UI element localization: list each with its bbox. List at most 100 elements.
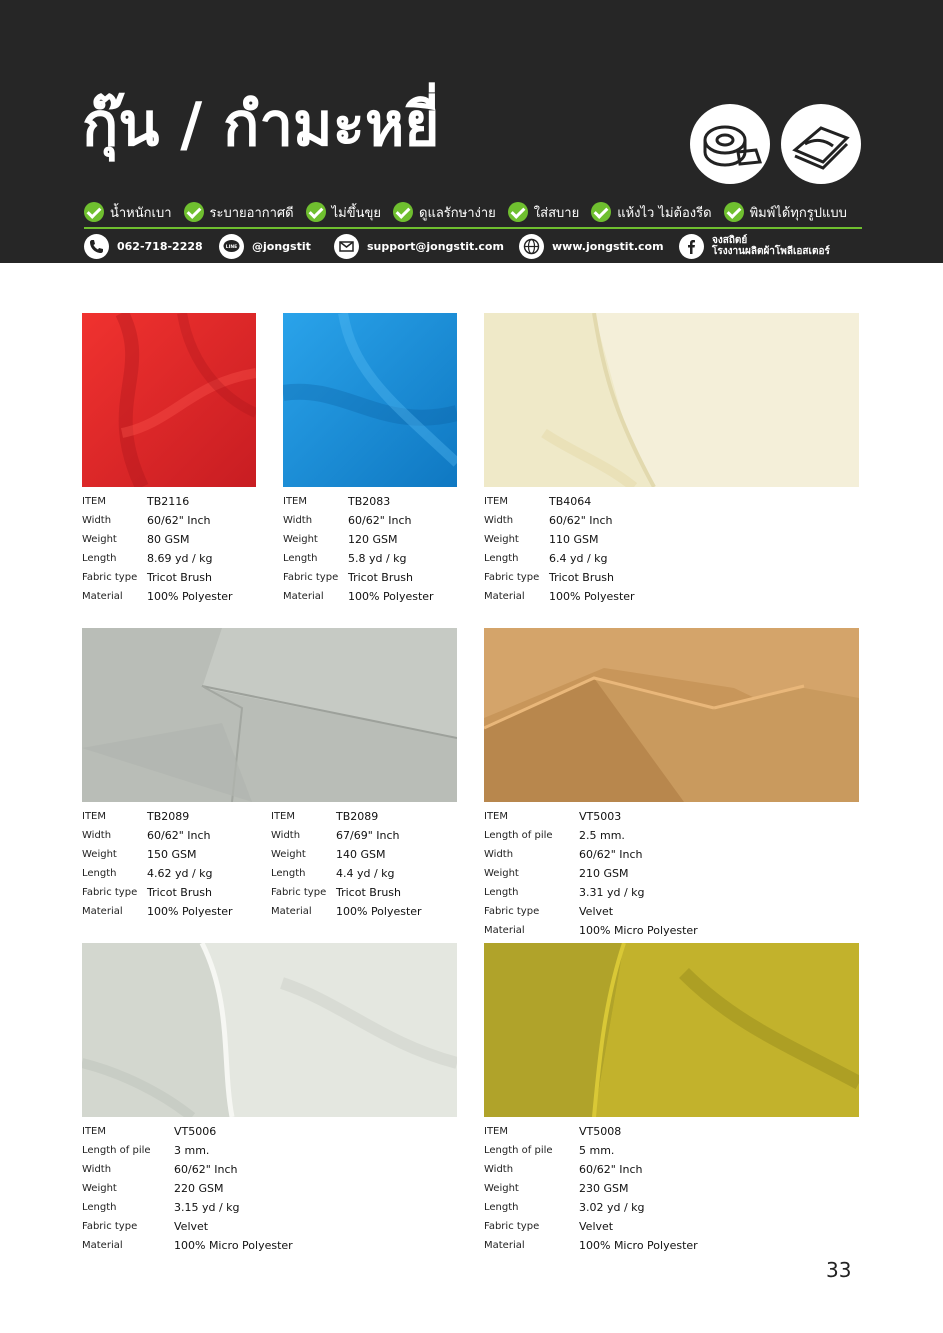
spec-row: Width 67/69" Inch bbox=[271, 829, 400, 842]
spec-row: ITEM VT5006 bbox=[82, 1125, 217, 1138]
globe-icon bbox=[519, 233, 544, 259]
spec-row: Length 3.02 yd / kg bbox=[484, 1201, 645, 1214]
facebook-name: จงสถิตย์ bbox=[712, 235, 748, 246]
spec-row: Material 100% Polyester bbox=[283, 590, 434, 603]
spec-row: Length 4.62 yd / kg bbox=[82, 867, 213, 880]
mail-icon bbox=[334, 233, 359, 259]
header-banner: กุ๊น / กำมะหยี่ น้ำหนักเบา ระบายอากาศดี … bbox=[0, 0, 943, 263]
check-icon bbox=[507, 202, 528, 222]
spec-row: ITEM TB4064 bbox=[484, 495, 592, 508]
spec-table-tb2089-a: ITEM TB2089 Width 60/62" Inch Weight 150 GS… bbox=[82, 807, 233, 921]
spec-row: Fabric type Velvet bbox=[484, 1220, 614, 1233]
phone-icon bbox=[84, 233, 109, 259]
fabric-image-tb2116 bbox=[82, 313, 256, 487]
fabric-image-tb2083 bbox=[283, 313, 457, 487]
spec-row: Length 8.69 yd / kg bbox=[82, 552, 213, 565]
check-icon bbox=[723, 202, 744, 222]
spec-table-tb2089-b: ITEM TB2089 Width 67/69" Inch Weight 140 GS… bbox=[271, 807, 422, 921]
page-title: กุ๊น / กำมะหยี่ bbox=[82, 90, 440, 160]
spec-table-tb2083: ITEM TB2083 Width 60/62" Inch Weight 120 GS… bbox=[283, 492, 434, 606]
spec-row: Width 60/62" Inch bbox=[82, 1163, 238, 1176]
contact-website[interactable]: www.jongstit.com bbox=[519, 233, 664, 259]
fabric-image-tb4064 bbox=[484, 313, 859, 487]
feature-item: ใส่สบาย bbox=[507, 202, 579, 223]
spec-row: Fabric type Tricot Brush bbox=[283, 571, 414, 584]
divider bbox=[84, 227, 862, 229]
spec-row: Material 100% Polyester bbox=[82, 590, 233, 603]
spec-row: ITEM TB2116 bbox=[82, 495, 190, 508]
check-icon bbox=[591, 202, 612, 222]
spec-row: Length 3.31 yd / kg bbox=[484, 886, 645, 899]
feature-list: น้ำหนักเบา ระบายอากาศดี ไม่ขึ้นขุย ดูแลร… bbox=[84, 200, 859, 224]
feature-item: พิมพ์ได้ทุกรูปแบบ bbox=[723, 202, 847, 223]
spec-row: Weight 120 GSM bbox=[283, 533, 398, 546]
contact-line[interactable]: LINE @jongstit bbox=[219, 233, 311, 259]
feature-item: ระบายอากาศดี bbox=[183, 202, 294, 223]
spec-row: Weight 140 GSM bbox=[271, 848, 386, 861]
contact-facebook[interactable]: จงสถิตย์ โรงงานผลิตผ้าโพลีเอสเตอร์ bbox=[679, 233, 830, 259]
spec-row: Weight 110 GSM bbox=[484, 533, 599, 546]
fabric-image-vt5008 bbox=[484, 943, 859, 1117]
spec-table-vt5006: ITEM VT5006 Length of pile 3 mm. Width 60/6… bbox=[82, 1122, 293, 1255]
spec-row: Fabric type Tricot Brush bbox=[82, 886, 213, 899]
fabric-image-vt5003 bbox=[484, 628, 859, 802]
spec-row: ITEM TB2089 bbox=[271, 810, 379, 823]
spec-table-tb4064: ITEM TB4064 Width 60/62" Inch Weight 110 GS… bbox=[484, 492, 635, 606]
spec-row: Width 60/62" Inch bbox=[82, 514, 211, 527]
spec-row: Length 3.15 yd / kg bbox=[82, 1201, 240, 1214]
check-icon bbox=[84, 202, 104, 222]
spec-row: Length 6.4 yd / kg bbox=[484, 552, 608, 565]
spec-row: Weight 80 GSM bbox=[82, 533, 190, 546]
fabric-image-vt5006 bbox=[82, 943, 457, 1117]
spec-row: Width 60/62" Inch bbox=[82, 829, 211, 842]
spec-row: Weight 150 GSM bbox=[82, 848, 197, 861]
svg-text:LINE: LINE bbox=[226, 244, 237, 250]
spec-row: Fabric type Tricot Brush bbox=[82, 571, 213, 584]
feature-item: น้ำหนักเบา bbox=[84, 202, 172, 223]
spec-row: Length 5.8 yd / kg bbox=[283, 552, 407, 565]
spec-row: Length of pile 2.5 mm. bbox=[484, 829, 625, 842]
spec-row: Weight 230 GSM bbox=[484, 1182, 629, 1195]
folded-fabric-icon bbox=[781, 104, 861, 184]
spec-row: Material 100% Polyester bbox=[82, 905, 233, 918]
spec-row: Fabric type Tricot Brush bbox=[271, 886, 402, 899]
spec-row: Width 60/62" Inch bbox=[283, 514, 412, 527]
tape-roll-icon bbox=[690, 104, 770, 184]
spec-row: ITEM VT5008 bbox=[484, 1125, 622, 1138]
spec-table-vt5003: ITEM VT5003 Length of pile 2.5 mm. Width 60… bbox=[484, 807, 698, 940]
spec-row: Material 100% Micro Polyester bbox=[484, 924, 698, 937]
spec-row: Width 60/62" Inch bbox=[484, 848, 643, 861]
spec-row: Material 100% Polyester bbox=[484, 590, 635, 603]
spec-row: Material 100% Polyester bbox=[271, 905, 422, 918]
spec-row: Fabric type Velvet bbox=[82, 1220, 209, 1233]
spec-row: Length 4.4 yd / kg bbox=[271, 867, 395, 880]
spec-row: Weight 220 GSM bbox=[82, 1182, 224, 1195]
spec-row: ITEM TB2089 bbox=[82, 810, 190, 823]
check-icon bbox=[393, 202, 414, 222]
fabric-image-tb2089 bbox=[82, 628, 457, 802]
spec-row: Width 60/62" Inch bbox=[484, 514, 613, 527]
feature-item: ไม่ขึ้นขุย bbox=[305, 202, 381, 223]
spec-row: ITEM TB2083 bbox=[283, 495, 391, 508]
spec-row: ITEM VT5003 bbox=[484, 810, 622, 823]
facebook-icon bbox=[679, 233, 704, 259]
spec-row: Material 100% Micro Polyester bbox=[82, 1239, 293, 1252]
spec-row: Length of pile 5 mm. bbox=[484, 1144, 615, 1157]
facebook-subtitle: โรงงานผลิตผ้าโพลีเอสเตอร์ bbox=[712, 246, 830, 257]
spec-table-tb2116: ITEM TB2116 Width 60/62" Inch Weight 80 GSM… bbox=[82, 492, 233, 606]
contact-email[interactable]: support@jongstit.com bbox=[334, 233, 504, 259]
spec-table-vt5008: ITEM VT5008 Length of pile 5 mm. Width 60/6… bbox=[484, 1122, 698, 1255]
spec-row: Material 100% Micro Polyester bbox=[484, 1239, 698, 1252]
line-icon: LINE bbox=[219, 233, 244, 259]
check-icon bbox=[305, 202, 326, 222]
feature-item: ดูแลรักษาง่าย bbox=[393, 202, 496, 223]
spec-row: Length of pile 3 mm. bbox=[82, 1144, 210, 1157]
spec-row: Weight 210 GSM bbox=[484, 867, 629, 880]
feature-item: แห้งไว ไม่ต้องรีด bbox=[591, 202, 712, 223]
spec-row: Width 60/62" Inch bbox=[484, 1163, 643, 1176]
spec-row: Fabric type Velvet bbox=[484, 905, 614, 918]
check-icon bbox=[183, 202, 204, 222]
spec-row: Fabric type Tricot Brush bbox=[484, 571, 615, 584]
contact-phone[interactable]: 062-718-2228 bbox=[84, 233, 203, 259]
page-number: 33 bbox=[826, 1258, 852, 1282]
